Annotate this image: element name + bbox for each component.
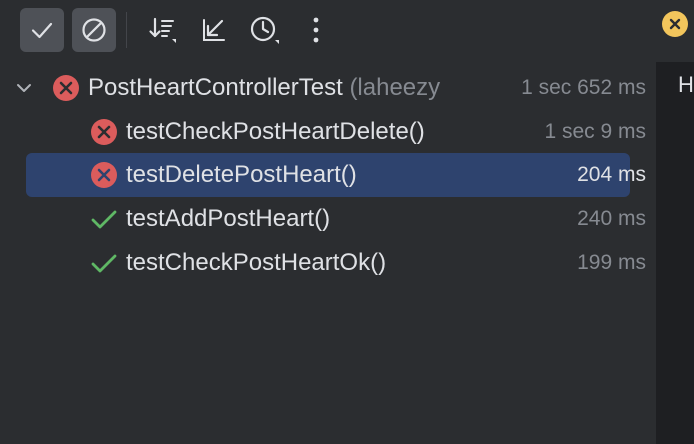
- failed-icon: [90, 118, 118, 146]
- show-passed-button[interactable]: [20, 8, 64, 52]
- test-name: testCheckPostHeartDelete(): [126, 118, 425, 145]
- sort-icon: [146, 14, 178, 46]
- vertical-ellipsis-icon: [311, 15, 321, 45]
- test-row-selected[interactable]: testDeletePostHeart() 204 ms: [0, 153, 656, 197]
- test-row[interactable]: testCheckPostHeartDelete() 1 sec 9 ms: [0, 110, 656, 154]
- test-duration: 240 ms: [577, 207, 646, 230]
- suite-duration: 1 sec 652 ms: [517, 66, 646, 110]
- test-name: testDeletePostHeart(): [126, 161, 357, 188]
- show-ignored-button[interactable]: [72, 8, 116, 52]
- checkmark-icon: [28, 16, 56, 44]
- chevron-down-icon[interactable]: [14, 78, 34, 103]
- output-text: H: [678, 72, 694, 97]
- sort-button[interactable]: [140, 8, 184, 52]
- no-entry-icon: [80, 16, 108, 44]
- test-results-tree: PostHeartControllerTest (laheezy 1 sec 6…: [0, 62, 656, 444]
- test-name: testAddPostHeart(): [126, 205, 331, 232]
- suite-title: PostHeartControllerTest: [88, 74, 343, 101]
- more-options-button[interactable]: [294, 8, 338, 52]
- arrow-down-left-icon: [199, 15, 229, 45]
- passed-checkmark-icon: [90, 205, 118, 233]
- close-icon[interactable]: [662, 11, 688, 37]
- suite-name: PostHeartControllerTest (laheezy: [88, 66, 440, 110]
- test-row[interactable]: testAddPostHeart() 240 ms: [0, 197, 656, 241]
- test-suite-row[interactable]: PostHeartControllerTest (laheezy 1 sec 6…: [0, 66, 656, 110]
- test-row[interactable]: testCheckPostHeartOk() 199 ms: [0, 241, 656, 285]
- test-runner-toolbar: [0, 0, 656, 62]
- collapse-button[interactable]: [192, 8, 236, 52]
- failed-icon: [52, 74, 80, 102]
- history-button[interactable]: [242, 8, 286, 52]
- clock-icon: [247, 13, 281, 47]
- passed-checkmark-icon: [90, 249, 118, 277]
- test-duration: 199 ms: [577, 251, 646, 274]
- test-name: testCheckPostHeartOk(): [126, 249, 387, 276]
- failed-icon: [90, 161, 118, 189]
- output-panel: H: [656, 62, 694, 444]
- toolbar-separator: [126, 12, 127, 48]
- test-duration: 1 sec 9 ms: [544, 120, 646, 143]
- test-duration: 204 ms: [577, 163, 646, 186]
- suite-context: (laheezy: [349, 74, 441, 101]
